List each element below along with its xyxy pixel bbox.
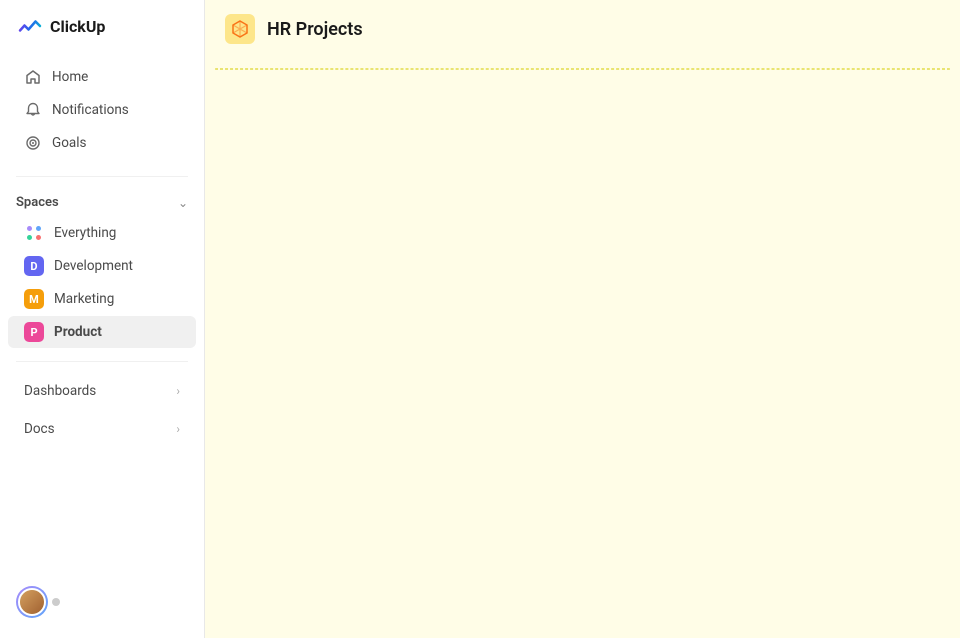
- marketing-space-icon: M: [24, 289, 44, 309]
- home-icon: [24, 68, 42, 86]
- status-dot: [52, 598, 60, 606]
- dashboards-label: Dashboards: [24, 383, 96, 399]
- chevron-right-docs-icon: ›: [176, 422, 180, 436]
- sidebar-item-dashboards[interactable]: Dashboards ›: [8, 375, 196, 407]
- space-label-product: Product: [54, 324, 102, 340]
- bell-icon: [24, 101, 42, 119]
- page-title: HR Projects: [267, 19, 363, 40]
- sidebar-footer[interactable]: [0, 576, 204, 628]
- notifications-label: Notifications: [52, 102, 129, 118]
- dashboards-section: Dashboards ›: [0, 374, 204, 408]
- sidebar-item-docs[interactable]: Docs ›: [8, 413, 196, 445]
- clickup-logo-icon: [16, 12, 44, 40]
- nav-divider: [16, 176, 188, 177]
- sidebar-item-goals[interactable]: Goals: [8, 127, 196, 159]
- everything-icon: [24, 223, 44, 243]
- goals-label: Goals: [52, 135, 87, 151]
- main-content: HR Projects: [205, 0, 960, 638]
- page-icon: [225, 14, 255, 44]
- avatar-ring: [16, 586, 48, 618]
- space-label-marketing: Marketing: [54, 291, 114, 307]
- spaces-divider: [16, 361, 188, 362]
- docs-section: Docs ›: [0, 412, 204, 446]
- logo-header[interactable]: ClickUp: [0, 0, 204, 52]
- spaces-title: Spaces: [16, 195, 59, 210]
- sidebar-item-everything[interactable]: Everything: [8, 217, 196, 249]
- spaces-header[interactable]: Spaces ⌄: [0, 189, 204, 216]
- sidebar-item-home[interactable]: Home: [8, 61, 196, 93]
- main-header: HR Projects: [205, 0, 960, 58]
- sidebar-item-notifications[interactable]: Notifications: [8, 94, 196, 126]
- sidebar-item-development[interactable]: D Development: [8, 250, 196, 282]
- logo-text: ClickUp: [50, 17, 105, 36]
- sidebar-item-product[interactable]: P Product: [8, 316, 196, 348]
- space-label-development: Development: [54, 258, 133, 274]
- sidebar: ClickUp Home Notifications: [0, 0, 205, 638]
- avatar: [18, 588, 46, 616]
- space-label-everything: Everything: [54, 225, 116, 241]
- clickup-logo[interactable]: ClickUp: [16, 12, 105, 40]
- development-space-icon: D: [24, 256, 44, 276]
- chevron-right-dashboards-icon: ›: [176, 384, 180, 398]
- spaces-section: Spaces ⌄ Everything D Development M: [0, 185, 204, 353]
- product-space-icon: P: [24, 322, 44, 342]
- spaces-header-left: Spaces: [16, 195, 59, 210]
- content-border: [215, 68, 950, 70]
- sidebar-item-marketing[interactable]: M Marketing: [8, 283, 196, 315]
- home-label: Home: [52, 69, 88, 85]
- chevron-down-icon: ⌄: [178, 196, 188, 210]
- docs-label: Docs: [24, 421, 55, 437]
- main-nav: Home Notifications Goals: [0, 52, 204, 168]
- avatar-container[interactable]: [16, 586, 60, 618]
- avatar-photo: [20, 590, 44, 614]
- goals-icon: [24, 134, 42, 152]
